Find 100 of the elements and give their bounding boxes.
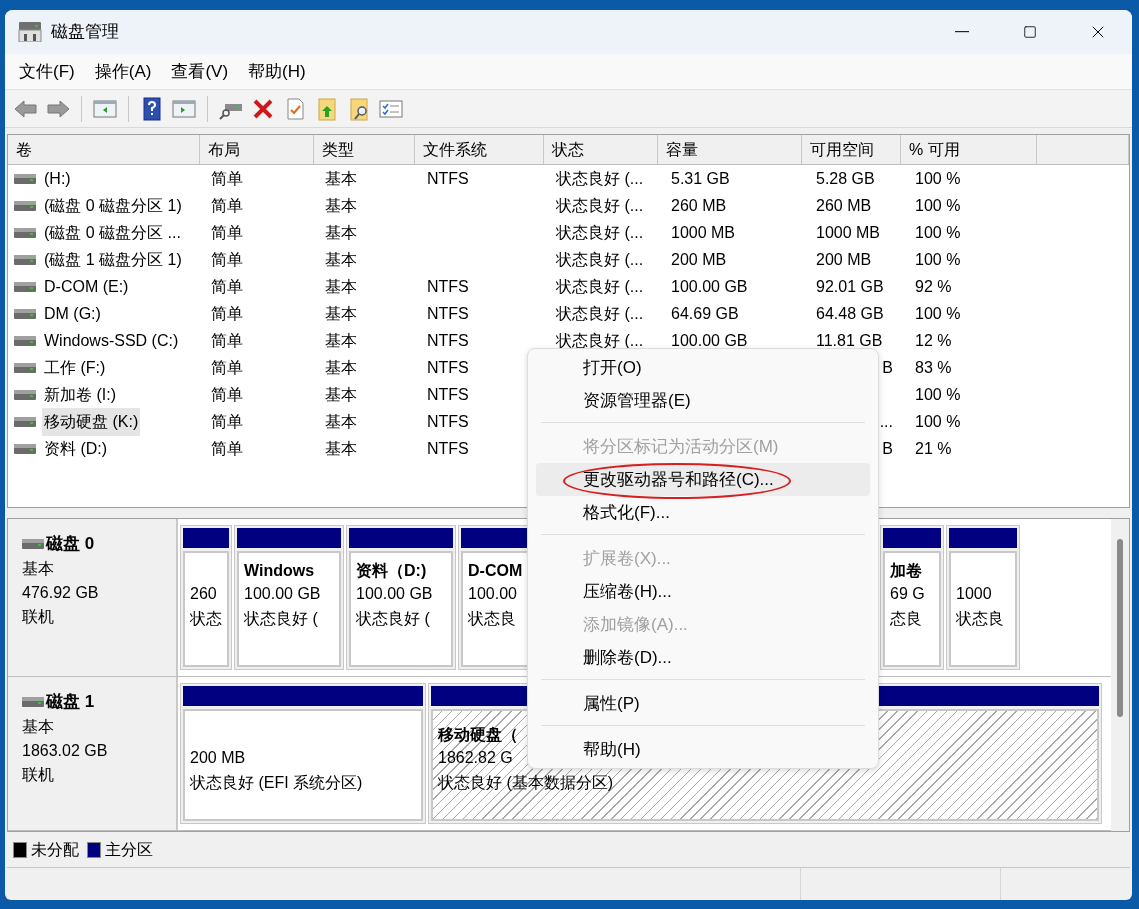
partition-info: 100.00 GB	[244, 585, 321, 602]
table-cell: NTFS	[427, 385, 469, 403]
volume-name[interactable]: 资料 (D:)	[42, 434, 110, 463]
disk-label-panel[interactable]: 磁盘 0 基本 476.92 GB 联机	[8, 519, 178, 676]
table-cell: 100.00 GB	[671, 277, 748, 295]
volume-name[interactable]: (H:)	[42, 164, 73, 193]
table-cell: 状态良好 (...	[556, 250, 644, 268]
partition-block[interactable]: 资料（D:) 100.00 GB 状态良好 (	[346, 525, 456, 670]
partition-title: Windows	[244, 562, 315, 579]
table-cell: 简单	[211, 277, 243, 295]
table-cell: 基本	[325, 331, 357, 349]
volume-drive-icon	[14, 173, 36, 184]
partition-info: 状态	[190, 610, 222, 627]
table-cell: 基本	[325, 412, 357, 430]
partition-title: 资料（D:)	[356, 562, 427, 579]
table-cell: NTFS	[427, 277, 469, 295]
table-cell: 100 %	[915, 412, 961, 430]
table-cell: 100 %	[915, 223, 961, 241]
partition-header-bar	[883, 528, 941, 548]
partition-info: 状态良	[468, 610, 516, 627]
menu-bar-item[interactable]: 查看(V)	[163, 56, 237, 87]
table-cell: 简单	[211, 223, 243, 241]
partition-info: 状态良	[956, 610, 1004, 627]
table-cell: 简单	[211, 196, 243, 214]
column-header[interactable]: 布局	[200, 135, 314, 164]
disk-drive-icon	[22, 539, 44, 549]
table-cell: 260 MB	[816, 196, 872, 214]
volume-name[interactable]: (磁盘 0 磁盘分区 ...	[42, 218, 183, 247]
volume-drive-icon	[14, 443, 36, 454]
volume-name[interactable]: 工作 (F:)	[42, 353, 108, 382]
partition-header-bar	[183, 528, 229, 548]
disk-type: 基本	[22, 717, 55, 737]
disk-name: 磁盘 0	[46, 533, 95, 556]
column-header[interactable]: 容量	[658, 135, 803, 164]
volume-name[interactable]: (磁盘 0 磁盘分区 1)	[42, 191, 184, 220]
table-cell: 简单	[211, 439, 243, 457]
column-header[interactable]: 可用空间	[802, 135, 902, 164]
table-cell: 100 %	[915, 169, 961, 187]
volume-drive-icon	[14, 281, 36, 292]
column-header[interactable]: 类型	[313, 135, 416, 164]
volume-drive-icon	[14, 335, 36, 346]
table-cell: B	[882, 439, 893, 457]
disk-label-panel[interactable]: 磁盘 1 基本 1863.02 GB 联机	[8, 677, 178, 830]
table-cell: 简单	[211, 250, 243, 268]
table-cell: 100 %	[915, 196, 961, 214]
partition-block[interactable]: Windows 100.00 GB 状态良好 (	[234, 525, 344, 670]
menu-item[interactable]: 帮助(H)	[536, 733, 870, 766]
table-cell: 状态良好 (...	[556, 169, 644, 187]
partition-info: 状态良好 (EFI 系统分区)	[190, 774, 363, 791]
column-header[interactable]: % 可用	[901, 135, 1038, 164]
legend-label: 主分区	[105, 839, 153, 860]
table-cell: 简单	[211, 412, 243, 430]
menu-item[interactable]: 删除卷(D)...	[536, 641, 870, 674]
volume-drive-icon	[14, 308, 36, 319]
menu-item[interactable]: 压缩卷(H)...	[536, 575, 870, 608]
disk-status: 联机	[22, 765, 55, 785]
column-header[interactable]: 文件系统	[415, 135, 544, 164]
table-cell: 83 %	[915, 358, 952, 376]
disk-drive-icon	[22, 697, 44, 707]
partition-block[interactable]: 200 MB 状态良好 (EFI 系统分区)	[180, 683, 426, 824]
volume-name[interactable]: Windows-SSD (C:)	[42, 326, 181, 355]
volume-name[interactable]: (磁盘 1 磁盘分区 1)	[42, 245, 184, 274]
volume-drive-icon	[14, 416, 36, 427]
table-cell: 基本	[325, 385, 357, 403]
menu-item[interactable]: 打开(O)	[536, 351, 870, 384]
table-cell: 基本	[325, 250, 357, 268]
column-header[interactable]: 状态	[543, 135, 659, 164]
partition-info: 态良	[890, 610, 922, 627]
table-cell: 1000 MB	[671, 223, 736, 241]
volume-name[interactable]: 新加卷 (I:)	[42, 380, 118, 409]
table-cell: 简单	[211, 358, 243, 376]
volume-drive-icon	[14, 254, 36, 265]
volume-name[interactable]: DM (G:)	[42, 299, 103, 328]
menu-bar-item[interactable]: 操作(A)	[86, 56, 160, 87]
partition-block[interactable]: 1000 状态良	[946, 525, 1020, 670]
disk-size: 1863.02 GB	[22, 741, 109, 761]
table-cell: 260 MB	[671, 196, 727, 214]
menu-item[interactable]: 属性(P)	[536, 687, 870, 720]
partition-info: 状态良好 (基本数据分区)	[438, 774, 614, 791]
partition-title: D-COM	[468, 562, 523, 579]
scrollbar-thumb[interactable]	[1117, 539, 1123, 717]
menu-bar-item[interactable]: 文件(F)	[11, 56, 83, 87]
table-cell: 100 %	[915, 304, 961, 322]
volume-name[interactable]: D-COM (E:)	[42, 272, 131, 301]
disk-type: 基本	[22, 559, 55, 579]
menu-item[interactable]: 格式化(F)...	[536, 496, 870, 529]
menu-bar-item[interactable]: 帮助(H)	[240, 56, 314, 87]
partition-block[interactable]: 加卷 69 G 态良	[880, 525, 944, 670]
window-title: 磁盘管理	[51, 21, 119, 44]
table-cell: 状态良好 (...	[556, 223, 644, 241]
volume-drive-icon	[14, 227, 36, 238]
menu-item[interactable]: 资源管理器(E)	[536, 384, 870, 417]
table-cell: 基本	[325, 223, 357, 241]
minimize-icon	[955, 31, 969, 33]
menu-item[interactable]: 更改驱动器号和路径(C)...	[536, 463, 870, 496]
partition-info: 1862.82 G	[438, 749, 513, 766]
partition-block[interactable]: 260 状态	[180, 525, 232, 670]
table-cell: NTFS	[427, 439, 469, 457]
column-header[interactable]: 卷	[8, 135, 201, 164]
volume-name[interactable]: 移动硬盘 (K:)	[42, 407, 141, 436]
